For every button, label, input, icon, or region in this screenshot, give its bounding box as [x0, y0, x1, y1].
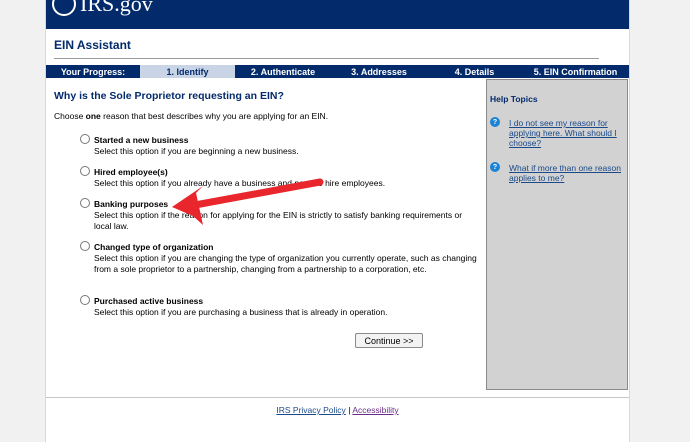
instruction-emphasis: one: [85, 111, 101, 121]
footer: IRS Privacy Policy | Accessibility: [46, 405, 629, 415]
question-heading: Why is the Sole Proprietor requesting an…: [54, 90, 284, 102]
accessibility-link[interactable]: Accessibility: [352, 405, 398, 415]
instruction-pre: Choose: [54, 111, 86, 121]
help-question-icon[interactable]: ?: [490, 162, 500, 172]
instruction-text: Choose one reason that best describes wh…: [54, 111, 328, 121]
progress-step-ein-confirmation: 5. EIN Confirmation: [533, 66, 618, 77]
option-description: Select this option if you are purchasing…: [94, 307, 388, 317]
continue-button[interactable]: Continue >>: [355, 333, 423, 348]
help-topics-title: Help Topics: [490, 94, 538, 104]
option-title: Changed type of organization: [94, 242, 214, 252]
footer-divider: [46, 397, 629, 398]
radio-banking-purposes[interactable]: [80, 198, 90, 208]
option-title: Hired employee(s): [94, 167, 168, 177]
help-question-icon[interactable]: ?: [490, 117, 500, 127]
instruction-post: reason that best describes why you are a…: [100, 111, 329, 121]
radio-changed-type-of-organization[interactable]: [80, 241, 90, 251]
progress-bar: Your Progress: 1. Identify 2. Authentica…: [46, 65, 629, 78]
page-frame: IRS.gov EIN Assistant Your Progress: 1. …: [46, 0, 629, 442]
help-topics-panel: Help Topics ? I do not see my reason for…: [486, 79, 628, 390]
option-title: Purchased active business: [94, 296, 204, 306]
option-title: Started a new business: [94, 135, 189, 145]
help-link-reason-not-listed[interactable]: I do not see my reason for applying here…: [509, 118, 629, 148]
help-link-multiple-reasons[interactable]: What if more than one reason applies to …: [509, 163, 629, 183]
option-description: Select this option if you are beginning …: [94, 146, 299, 156]
irs-logo[interactable]: IRS.gov: [52, 0, 153, 16]
option-description: Select this option if you are changing t…: [94, 253, 477, 274]
radio-purchased-active-business[interactable]: [80, 295, 90, 305]
progress-step-details: 4. Details: [454, 66, 495, 77]
radio-started-new-business[interactable]: [80, 134, 90, 144]
progress-label: Your Progress:: [60, 66, 126, 77]
progress-step-identify: 1. Identify: [140, 65, 235, 78]
page-title: EIN Assistant: [54, 38, 131, 52]
option-description: Select this option if you already have a…: [94, 178, 386, 188]
option-title: Banking purposes: [94, 199, 169, 209]
option-description: Select this option if the reason for app…: [94, 210, 463, 231]
logo-text: IRS.gov: [80, 0, 153, 16]
footer-separator: |: [348, 405, 351, 415]
privacy-policy-link[interactable]: IRS Privacy Policy: [276, 405, 345, 415]
radio-hired-employees[interactable]: [80, 166, 90, 176]
site-header: IRS.gov: [46, 0, 629, 29]
progress-step-authenticate: 2. Authenticate: [250, 66, 316, 77]
irs-seal-icon: [52, 0, 76, 16]
title-divider: [54, 58, 599, 59]
progress-step-addresses: 3. Addresses: [351, 66, 407, 77]
